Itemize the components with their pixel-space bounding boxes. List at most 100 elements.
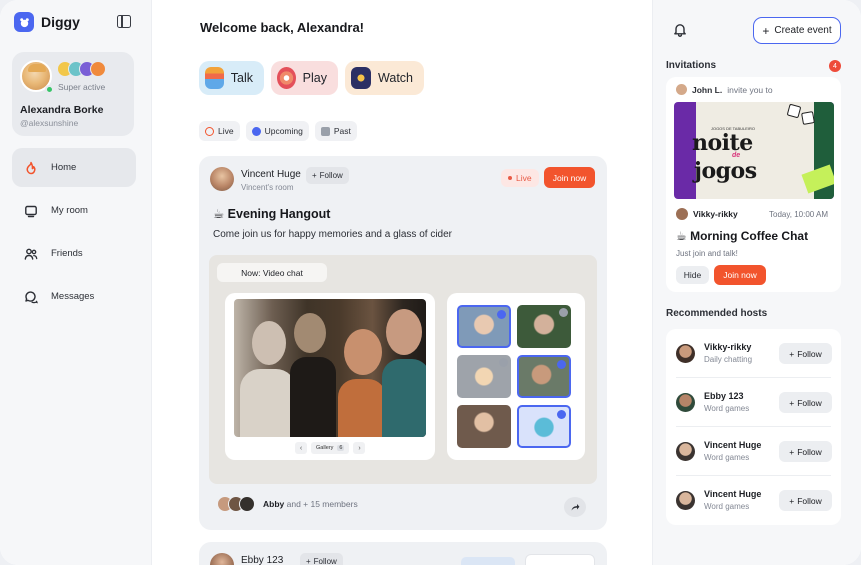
profile-name: Alexandra Borke bbox=[20, 104, 104, 116]
member-avatars bbox=[217, 496, 255, 512]
participant-tile[interactable] bbox=[457, 355, 511, 398]
participant-tile[interactable] bbox=[457, 305, 511, 348]
members-text: Abby and + 15 members bbox=[263, 499, 358, 509]
bell-icon[interactable] bbox=[673, 22, 687, 37]
join-now-button[interactable]: Join now bbox=[544, 167, 595, 188]
activity-avatars bbox=[57, 61, 106, 77]
nav-item-friends[interactable]: Friends bbox=[12, 234, 136, 273]
brand[interactable]: Diggy bbox=[14, 12, 80, 32]
follow-label: Follow bbox=[797, 495, 822, 506]
flame-icon bbox=[24, 161, 38, 175]
gallery-text: Gallery bbox=[316, 445, 334, 451]
friends-icon bbox=[24, 247, 38, 261]
host-name: Ebby 123 bbox=[704, 391, 744, 401]
participant-tile[interactable] bbox=[517, 355, 571, 398]
archive-icon bbox=[320, 126, 330, 136]
event-description: Come join us for happy memories and a gl… bbox=[213, 229, 453, 240]
filter-upcoming[interactable]: Upcoming bbox=[245, 121, 309, 141]
mode-watch-button[interactable]: Watch bbox=[345, 61, 424, 95]
participant-tile[interactable] bbox=[457, 405, 511, 448]
nav-item-home[interactable]: Home bbox=[12, 148, 136, 187]
member-name: Abby bbox=[263, 499, 285, 509]
main-video[interactable]: ‹ Gallery 6 › bbox=[225, 293, 435, 460]
poster-title-line2: jogos bbox=[694, 158, 757, 184]
profile-card[interactable]: Super active Alexandra Borke @alexsunshi… bbox=[12, 52, 134, 136]
mode-label: Play bbox=[302, 71, 327, 85]
host-avatar bbox=[676, 442, 695, 461]
event-action-button[interactable] bbox=[525, 554, 595, 565]
filter-past[interactable]: Past bbox=[314, 121, 357, 141]
participant-tile[interactable] bbox=[517, 405, 571, 448]
members-summary[interactable]: Abby and + 15 members bbox=[217, 496, 358, 512]
filter-label: Past bbox=[333, 126, 351, 136]
activity-avatar bbox=[90, 61, 106, 77]
mic-icon bbox=[497, 310, 506, 319]
host-category: Word games bbox=[704, 404, 750, 413]
plus-icon: + bbox=[312, 171, 317, 180]
host-name[interactable]: Vincent Huge bbox=[241, 169, 301, 180]
online-status-dot bbox=[45, 85, 54, 94]
inviter-avatar bbox=[676, 84, 687, 95]
create-event-label: Create event bbox=[774, 25, 832, 36]
host-name: Vincent Huge bbox=[704, 440, 762, 450]
mode-talk-button[interactable]: Talk bbox=[199, 61, 264, 95]
filter-label: Live bbox=[218, 126, 234, 136]
host-name[interactable]: Vikky-rikky bbox=[693, 209, 738, 219]
follow-button[interactable]: + Follow bbox=[779, 392, 832, 413]
list-item[interactable]: Vincent Huge Word games + Follow bbox=[666, 476, 841, 525]
plus-icon: + bbox=[789, 495, 795, 506]
host-category: Word games bbox=[704, 453, 750, 462]
list-item[interactable]: Vincent Huge Word games + Follow bbox=[666, 427, 841, 476]
event-poster[interactable]: JOGOS DE TABULEIRO noite de jogos bbox=[674, 102, 834, 199]
gallery-label[interactable]: Gallery 6 bbox=[311, 442, 350, 454]
nav-item-my-room[interactable]: My room bbox=[12, 191, 136, 230]
nav-label: Home bbox=[51, 162, 77, 173]
create-event-button[interactable]: + Create event bbox=[753, 17, 841, 44]
join-now-button[interactable]: Join now bbox=[714, 265, 766, 285]
invite-host: Vikky-rikky bbox=[676, 208, 738, 220]
nav-item-messages[interactable]: Messages bbox=[12, 277, 136, 316]
members-count: and + 15 members bbox=[284, 499, 358, 509]
mic-off-icon bbox=[559, 308, 568, 317]
video-stage: Now: Video chat ‹ Gallery 6 › bbox=[209, 255, 597, 484]
inviter-name[interactable]: John L. bbox=[692, 85, 722, 95]
chevron-left-icon[interactable]: ‹ bbox=[295, 442, 307, 454]
host-name[interactable]: Ebby 123 bbox=[241, 555, 283, 565]
filter-live[interactable]: Live bbox=[199, 121, 240, 141]
live-icon bbox=[205, 126, 214, 136]
follow-label: Follow bbox=[797, 397, 822, 408]
poster-title-line1: noite bbox=[692, 130, 753, 156]
event-card[interactable]: Ebby 123 + Follow bbox=[199, 542, 607, 565]
host-avatar[interactable] bbox=[210, 167, 234, 191]
plus-icon: + bbox=[762, 23, 770, 38]
hide-button[interactable]: Hide bbox=[676, 266, 709, 284]
participant-tile[interactable] bbox=[517, 305, 571, 348]
mode-label: Watch bbox=[378, 71, 413, 85]
list-item[interactable]: Ebby 123 Word games + Follow bbox=[666, 378, 841, 427]
collapse-sidebar-icon[interactable] bbox=[117, 15, 131, 28]
inviter: John L. invite you to bbox=[676, 84, 773, 95]
chevron-right-icon[interactable]: › bbox=[353, 442, 366, 454]
right-panel: + Create event Invitations 4 John L. inv… bbox=[652, 0, 861, 565]
follow-button[interactable]: + Follow bbox=[300, 553, 343, 565]
play-icon bbox=[277, 67, 296, 89]
follow-label: Follow bbox=[797, 348, 822, 359]
mode-play-button[interactable]: Play bbox=[271, 61, 338, 95]
invitation-card[interactable]: John L. invite you to JOGOS DE TABULEIRO… bbox=[666, 77, 841, 292]
nav-label: Messages bbox=[51, 291, 95, 302]
inviter-message: invite you to bbox=[727, 84, 773, 95]
plus-icon: + bbox=[306, 557, 311, 565]
follow-button[interactable]: + Follow bbox=[779, 343, 832, 364]
follow-button[interactable]: + Follow bbox=[306, 167, 349, 184]
host-name: Vincent Huge bbox=[704, 489, 762, 499]
filter-label: Upcoming bbox=[264, 126, 303, 136]
host-avatar[interactable] bbox=[210, 553, 234, 565]
gallery-count: 6 bbox=[337, 445, 345, 451]
plus-icon: + bbox=[789, 348, 795, 359]
messages-icon bbox=[24, 290, 38, 304]
follow-button[interactable]: + Follow bbox=[779, 441, 832, 462]
event-card[interactable]: Vincent Huge Vincent's room + Follow Liv… bbox=[199, 156, 607, 530]
list-item[interactable]: Vikky-rikky Daily chatting + Follow bbox=[666, 329, 841, 378]
share-button[interactable] bbox=[564, 497, 586, 517]
follow-button[interactable]: + Follow bbox=[779, 490, 832, 511]
